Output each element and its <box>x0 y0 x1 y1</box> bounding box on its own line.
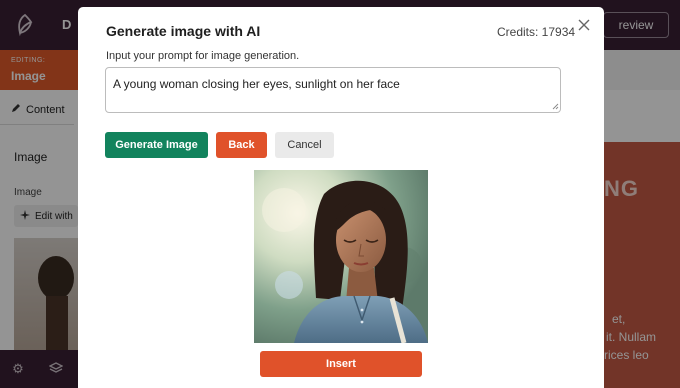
prompt-label: Input your prompt for image generation. <box>106 50 300 62</box>
prompt-input[interactable]: A young woman closing her eyes, sunlight… <box>105 67 561 113</box>
resize-grip-icon[interactable] <box>552 103 559 110</box>
back-button[interactable]: Back <box>216 132 267 158</box>
cancel-button[interactable]: Cancel <box>275 132 334 158</box>
generated-image[interactable] <box>254 170 428 343</box>
insert-button[interactable]: Insert <box>260 351 422 377</box>
generate-image-button[interactable]: Generate Image <box>105 132 208 158</box>
close-icon[interactable] <box>575 16 593 34</box>
modal-title: Generate image with AI <box>106 23 261 39</box>
credits-counter: Credits: 17934 <box>497 25 576 39</box>
generate-image-modal: Generate image with AI Credits: 17934 In… <box>78 7 604 388</box>
